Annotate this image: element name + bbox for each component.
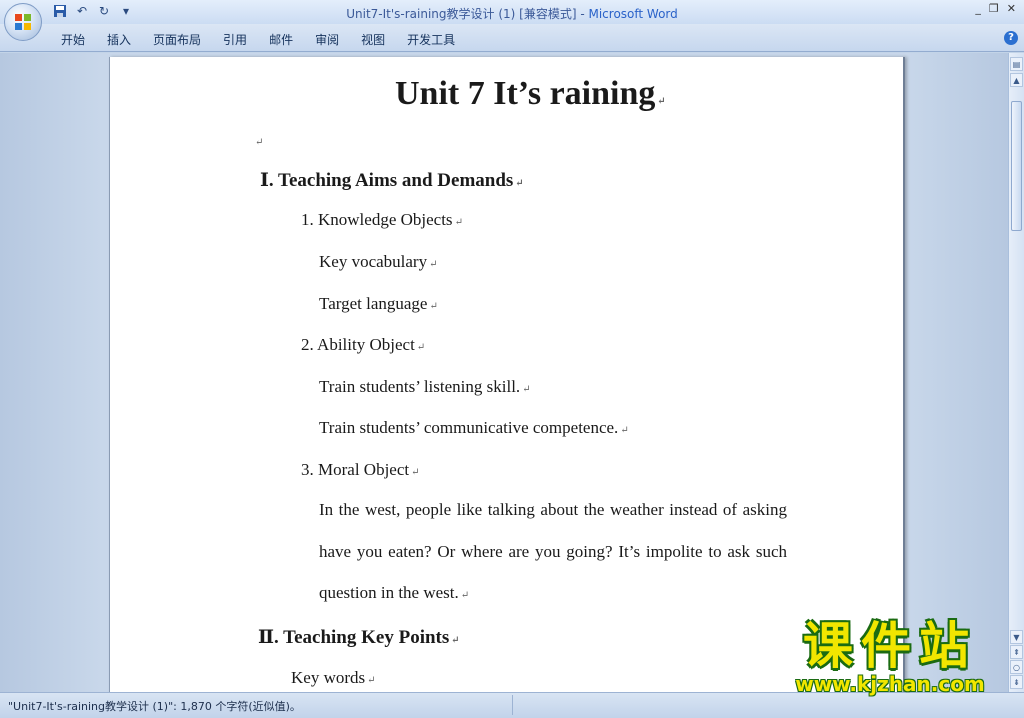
section-heading-aims: Ⅰ. Teaching Aims and Demands ↵: [260, 169, 524, 192]
ribbon-tabs: 开始 插入 页面布局 引用 邮件 审阅 视图 开发工具: [50, 31, 466, 48]
window-controls: _ ❐ ✕: [975, 2, 1016, 15]
paragraph-mark: ↵: [620, 425, 629, 436]
minimize-icon[interactable]: _: [975, 2, 981, 15]
help-icon[interactable]: ?: [1004, 31, 1018, 45]
train-listening-text: Train students’ listening skill.: [319, 377, 521, 396]
moral-paragraph: In the west, people like talking about t…: [319, 489, 787, 617]
list-item-ability: 2. Ability Object ↵: [301, 335, 425, 355]
tab-insert[interactable]: 插入: [96, 31, 142, 48]
line-target-language: Target language ↵: [319, 294, 438, 314]
scroll-up-icon[interactable]: ▲: [1010, 73, 1023, 87]
window-title: Unit7-It's-raining教学设计 (1) [兼容模式] - Micr…: [0, 5, 1024, 22]
target-lang-text: Target language: [319, 294, 428, 313]
section-heading-key-points: Ⅱ. Teaching Key Points ↵: [258, 626, 460, 649]
line-train-communicative: Train students’ communicative competence…: [319, 418, 629, 438]
moral-text: 3. Moral Object: [301, 460, 410, 479]
list-item-moral: 3. Moral Object ↵: [301, 460, 420, 480]
word-count-status[interactable]: "Unit7-It's-raining教学设计 (1)": 1,870 个字符(…: [8, 698, 301, 714]
heading-text: Unit 7 It’s raining: [395, 75, 656, 112]
tab-home[interactable]: 开始: [50, 31, 96, 48]
paragraph-mark: ↵: [657, 96, 666, 107]
previous-page-icon[interactable]: ⇞: [1010, 645, 1023, 659]
watermark-logo: 课件站 www.kjzhan.com: [774, 618, 1006, 694]
line-key-words: Key words ↵: [291, 668, 376, 688]
next-page-icon[interactable]: ⇟: [1010, 675, 1023, 689]
watermark-url: www.kjzhan.com: [795, 672, 985, 696]
ability-text: 2. Ability Object: [301, 335, 415, 354]
tab-references[interactable]: 引用: [212, 31, 258, 48]
knowledge-text: 1. Knowledge Objects: [301, 210, 453, 229]
document-heading: Unit 7 It’s raining ↵: [395, 75, 666, 113]
tab-review[interactable]: 审阅: [304, 31, 350, 48]
title-bar: ↶ ↻ ▾ Unit7-It's-raining教学设计 (1) [兼容模式] …: [0, 0, 1024, 41]
status-divider: [512, 695, 513, 715]
line-key-vocabulary: Key vocabulary ↵: [319, 252, 437, 272]
line-train-listening: Train students’ listening skill. ↵: [319, 377, 531, 397]
paragraph-mark: ↵: [460, 590, 470, 601]
restore-icon[interactable]: ❐: [989, 2, 999, 15]
vertical-scrollbar[interactable]: ▤ ▲ ▼ ⇞ ○ ⇟: [1008, 53, 1024, 692]
tab-mailings[interactable]: 邮件: [258, 31, 304, 48]
office-button[interactable]: [4, 3, 42, 41]
paragraph-mark: ↵: [451, 635, 460, 646]
paragraph-mark: ↵: [367, 675, 376, 686]
key-words-text: Key words: [291, 668, 366, 687]
scroll-thumb[interactable]: [1011, 101, 1022, 231]
document-body: Unit 7 It’s raining ↵ ↵ Ⅰ. Teaching Aims …: [110, 57, 906, 692]
paragraph-mark: ↵: [515, 178, 524, 189]
title-separator: -: [576, 7, 589, 21]
scroll-down-icon[interactable]: ▼: [1010, 630, 1023, 644]
select-browse-object-icon[interactable]: ○: [1010, 660, 1023, 674]
document-page[interactable]: Unit 7 It’s raining ↵ ↵ Ⅰ. Teaching Aims …: [109, 57, 905, 692]
ruler-toggle-icon[interactable]: ▤: [1010, 57, 1023, 71]
document-work-area: Unit 7 It’s raining ↵ ↵ Ⅰ. Teaching Aims …: [0, 53, 1008, 692]
paragraph-mark: ↵: [429, 301, 438, 312]
section-key-points-text: Ⅱ. Teaching Key Points: [258, 627, 450, 648]
office-logo-icon: [15, 14, 31, 30]
tab-page-layout[interactable]: 页面布局: [142, 31, 212, 48]
tab-developer[interactable]: 开发工具: [396, 31, 466, 48]
close-icon[interactable]: ✕: [1007, 2, 1016, 15]
paragraph-mark: ↵: [429, 259, 438, 270]
paragraph-mark: ↵: [522, 384, 531, 395]
train-communicative-text: Train students’ communicative competence…: [319, 418, 619, 437]
paragraph-mark: ↵: [454, 217, 463, 228]
section-aims-text: Ⅰ. Teaching Aims and Demands: [260, 170, 514, 191]
watermark-chinese-text: 课件站: [803, 617, 977, 675]
key-vocab-text: Key vocabulary: [319, 252, 428, 271]
tab-view[interactable]: 视图: [350, 31, 396, 48]
document-title: Unit7-It's-raining教学设计 (1) [兼容模式]: [346, 7, 577, 21]
list-item-knowledge: 1. Knowledge Objects ↵: [301, 210, 463, 230]
empty-paragraph-mark: ↵: [255, 137, 264, 148]
moral-paragraph-text: In the west, people like talking about t…: [319, 500, 787, 602]
ribbon: 开始 插入 页面布局 引用 邮件 审阅 视图 开发工具 ?: [0, 24, 1024, 52]
paragraph-mark: ↵: [411, 467, 420, 478]
paragraph-mark: ↵: [416, 342, 426, 353]
app-name: Microsoft Word: [588, 7, 678, 21]
